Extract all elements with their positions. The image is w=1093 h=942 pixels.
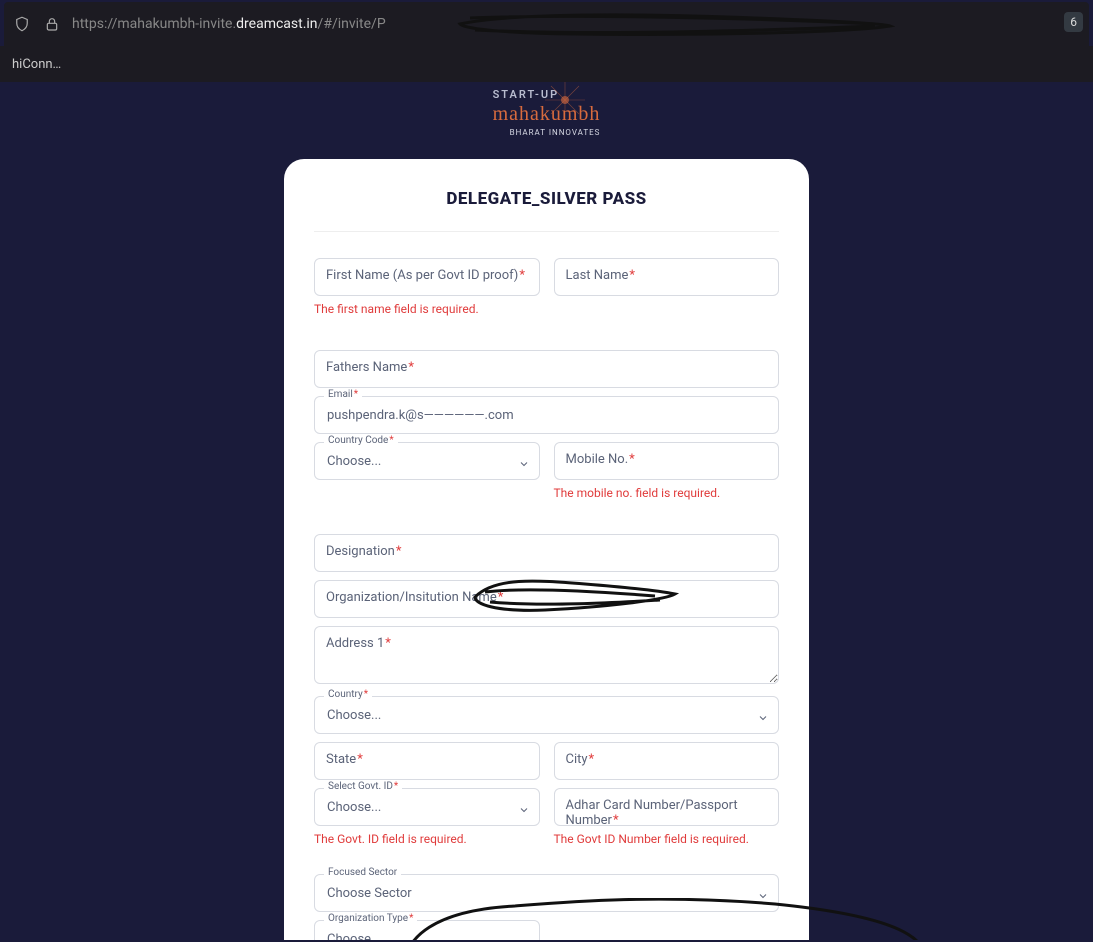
country-code-select[interactable]: Choose... <box>314 442 540 480</box>
lock-icon[interactable] <box>42 14 62 34</box>
first-name-error: The first name field is required. <box>314 302 540 316</box>
govt-id-label: Select Govt. ID* <box>324 781 402 792</box>
country-code-label: Country Code* <box>324 435 398 446</box>
govt-id-error: The Govt. ID field is required. <box>314 832 540 846</box>
logo: START-UP mahakumbh BHARAT INNOVATES <box>0 82 1093 149</box>
sector-label: Focused Sector <box>324 867 401 878</box>
bookmark-item[interactable]: hiConn… <box>4 53 69 76</box>
sector-select[interactable]: Choose Sector <box>314 874 779 912</box>
govt-id-num-input[interactable] <box>554 788 780 826</box>
logo-line2: mahakumbh <box>493 103 601 126</box>
notification-badge[interactable]: 6 <box>1064 12 1083 32</box>
state-input[interactable] <box>314 742 540 780</box>
first-name-input[interactable] <box>314 258 540 296</box>
city-input[interactable] <box>554 742 780 780</box>
divider <box>314 231 779 232</box>
mobile-error: The mobile no. field is required. <box>554 486 780 500</box>
page-body: START-UP mahakumbh BHARAT INNOVATES DELE… <box>0 82 1093 940</box>
country-select[interactable]: Choose... <box>314 696 779 734</box>
logo-line1: START-UP <box>493 88 601 101</box>
org-type-label: Organization Type* <box>324 913 417 924</box>
fathers-name-input[interactable] <box>314 350 779 388</box>
bookmark-bar: hiConn… <box>0 46 1093 82</box>
browser-url-bar: https://mahakumbh-invite.dreamcast.in/#/… <box>4 2 1089 46</box>
form-card: DELEGATE_SILVER PASS First Name (As per … <box>284 159 809 940</box>
logo-line3: BHARAT INNOVATES <box>493 128 601 137</box>
mobile-input[interactable] <box>554 442 780 480</box>
address1-input[interactable] <box>314 626 779 684</box>
country-label: Country* <box>324 689 372 700</box>
url-text[interactable]: https://mahakumbh-invite.dreamcast.in/#/… <box>72 16 1081 32</box>
designation-input[interactable] <box>314 534 779 572</box>
card-title: DELEGATE_SILVER PASS <box>314 189 779 209</box>
organization-input[interactable] <box>314 580 779 618</box>
email-input[interactable] <box>314 396 779 434</box>
govt-id-num-error: The Govt ID Number field is required. <box>554 832 780 846</box>
email-label: Email* <box>324 389 362 400</box>
shield-icon[interactable] <box>12 14 32 34</box>
govt-id-select[interactable]: Choose... <box>314 788 540 826</box>
last-name-input[interactable] <box>554 258 780 296</box>
